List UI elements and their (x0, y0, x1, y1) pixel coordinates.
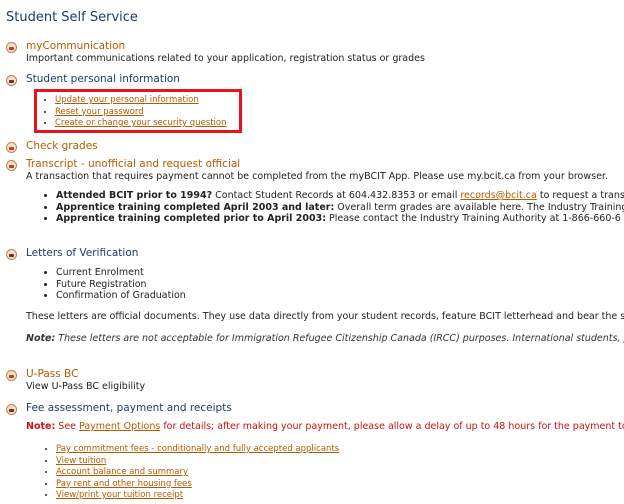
list-item: Future Registration (56, 279, 186, 291)
check-grades-link[interactable]: Check grades (26, 140, 98, 152)
fees-note: Note: See Payment Options for details; a… (26, 421, 624, 432)
list-item: Apprentice training completed April 2003… (56, 202, 624, 214)
section-toggle-icon[interactable] (6, 249, 17, 260)
account-balance-link[interactable]: Account balance and summary (56, 467, 188, 477)
security-question-link[interactable]: Create or change your security question (55, 118, 227, 128)
section-toggle-icon[interactable] (6, 404, 17, 415)
personal-info-links: Update your personal information Reset y… (55, 95, 227, 130)
letters-description: These letters are official documents. Th… (26, 311, 624, 322)
mycommunication-link[interactable]: myCommunication (26, 40, 425, 52)
student-personal-info-heading[interactable]: Student personal information (26, 73, 180, 85)
transcript-description: A transaction that requires payment cann… (26, 171, 608, 182)
section-toggle-icon[interactable] (6, 142, 17, 153)
section-toggle-icon[interactable] (6, 75, 17, 86)
upass-description: View U-Pass BC eligibility (26, 381, 146, 392)
records-email-link[interactable]: records@bcit.ca (460, 190, 536, 201)
upass-link[interactable]: U-Pass BC (26, 368, 145, 380)
reset-password-link[interactable]: Reset your password (55, 107, 144, 117)
transcript-link[interactable]: Transcript - unofficial and request offi… (26, 158, 608, 170)
letters-of-verification-heading[interactable]: Letters of Verification (26, 247, 138, 259)
letters-note: Note: These letters are not acceptable f… (26, 333, 624, 344)
list-item: Apprentice training completed prior to A… (56, 213, 624, 225)
pay-commitment-fees-link[interactable]: Pay commitment fees - conditionally and … (56, 444, 339, 454)
section-toggle-icon[interactable] (6, 370, 17, 381)
section-toggle-icon[interactable] (6, 42, 17, 53)
section-toggle-icon[interactable] (6, 160, 17, 171)
list-item: Attended BCIT prior to 1994? Contact Stu… (56, 190, 624, 202)
view-tuition-link[interactable]: View tuition (56, 456, 106, 466)
mycommunication-description: Important communications related to your… (26, 53, 425, 64)
update-personal-info-link[interactable]: Update your personal information (55, 95, 199, 105)
page-title: Student Self Service (6, 10, 138, 25)
pay-rent-link[interactable]: Pay rent and other housing fees (56, 479, 192, 489)
tuition-receipt-link[interactable]: View/print your tuition receipt (56, 490, 183, 500)
fees-heading[interactable]: Fee assessment, payment and receipts (26, 402, 232, 414)
list-item: Current Enrolment (56, 267, 186, 279)
payment-options-link[interactable]: Payment Options (79, 421, 160, 432)
list-item: Confirmation of Graduation (56, 290, 186, 302)
